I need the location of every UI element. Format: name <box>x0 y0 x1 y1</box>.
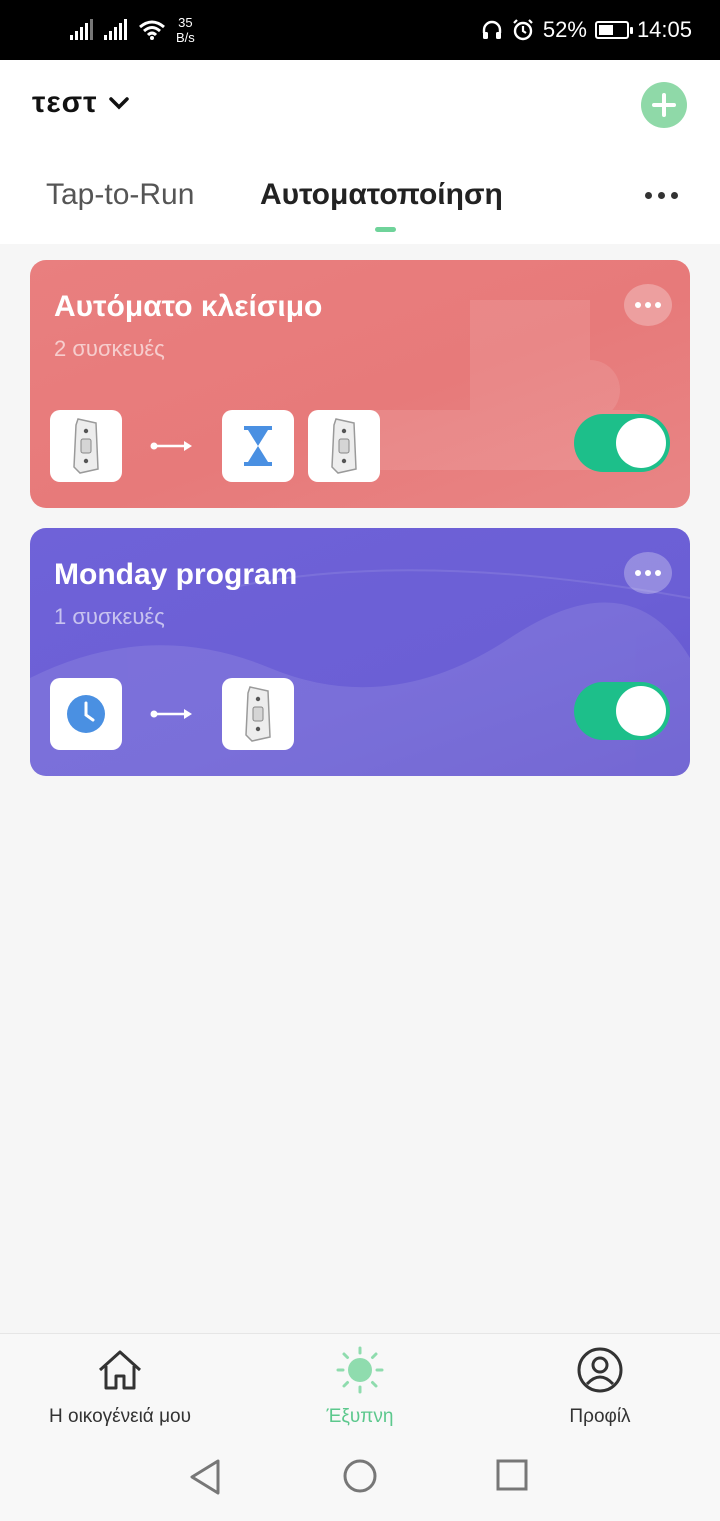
action-tile-delay <box>222 410 294 482</box>
network-speed: 35 B/s <box>176 15 195 45</box>
battery-percent: 52% <box>542 17 587 42</box>
clock-icon <box>67 695 105 733</box>
network-speed-unit: B/s <box>176 30 195 45</box>
nav-item-profile[interactable]: Προφίλ <box>480 1346 720 1436</box>
tab-tap-to-run[interactable]: Tap-to-Run <box>46 178 194 212</box>
nav-label: Έξυπνη <box>326 1406 394 1427</box>
wifi-icon <box>139 20 165 40</box>
relay-device-icon <box>331 418 357 474</box>
headphones-icon <box>482 20 502 39</box>
sun-icon <box>336 1346 384 1394</box>
condition-tile <box>50 678 122 750</box>
condition-tile <box>50 410 122 482</box>
arrow-right-icon <box>150 709 192 719</box>
status-right: 52% 14:05 <box>481 12 692 48</box>
more-options-button[interactable] <box>645 192 678 199</box>
active-tab-indicator <box>375 227 396 232</box>
back-icon[interactable] <box>188 1458 222 1496</box>
clock-time: 14:05 <box>636 17 692 42</box>
automation-card[interactable]: Monday program 1 συσκευές <box>30 528 690 776</box>
header: τεστ Tap-to-Run Αυτοματοποίηση <box>0 60 720 244</box>
chevron-down-icon <box>108 97 129 110</box>
bottom-navigation: Η οικογένειά μου Έξυπνη Προφίλ <box>0 1333 720 1521</box>
home-icon <box>98 1350 142 1390</box>
automation-device-count: 2 συσκευές <box>54 336 165 361</box>
card-more-button[interactable] <box>624 552 672 594</box>
card-more-button[interactable] <box>624 284 672 326</box>
relay-device-icon <box>245 686 271 742</box>
network-speed-value: 35 <box>178 15 193 30</box>
automation-toggle[interactable] <box>574 682 670 740</box>
action-tile-device <box>222 678 294 750</box>
home-selector[interactable]: τεστ <box>32 86 130 120</box>
relay-device-icon <box>73 418 99 474</box>
home-name: τεστ <box>32 86 98 119</box>
tab-automation[interactable]: Αυτοματοποίηση <box>260 178 503 212</box>
automation-card[interactable]: Αυτόματο κλείσιμο 2 συσκευές <box>30 260 690 508</box>
profile-icon <box>577 1347 623 1393</box>
automation-title: Αυτόματο κλείσιμο <box>54 290 323 323</box>
battery-icon <box>594 21 633 39</box>
home-button-icon[interactable] <box>342 1458 378 1494</box>
cell-signal-icon <box>70 19 93 40</box>
nav-item-family[interactable]: Η οικογένειά μου <box>0 1346 240 1436</box>
automation-toggle[interactable] <box>574 414 670 472</box>
nav-item-smart[interactable]: Έξυπνη <box>240 1346 480 1436</box>
action-tile-device <box>308 410 380 482</box>
recents-icon[interactable] <box>496 1458 528 1492</box>
toggle-knob <box>616 686 666 736</box>
automation-title: Monday program <box>54 558 298 591</box>
toggle-knob <box>616 418 666 468</box>
status-left: 35 B/s <box>70 12 195 48</box>
nav-label: Η οικογένειά μου <box>49 1406 191 1427</box>
arrow-right-icon <box>150 441 192 451</box>
status-bar: 35 B/s 52% 14:05 <box>0 0 720 60</box>
battery-fill <box>598 25 613 35</box>
automation-device-count: 1 συσκευές <box>54 604 165 629</box>
nav-label: Προφίλ <box>569 1406 631 1427</box>
cell-signal-2-icon <box>104 19 127 40</box>
alarm-icon <box>513 19 533 41</box>
add-automation-button[interactable] <box>641 82 687 128</box>
hourglass-icon <box>244 426 272 466</box>
